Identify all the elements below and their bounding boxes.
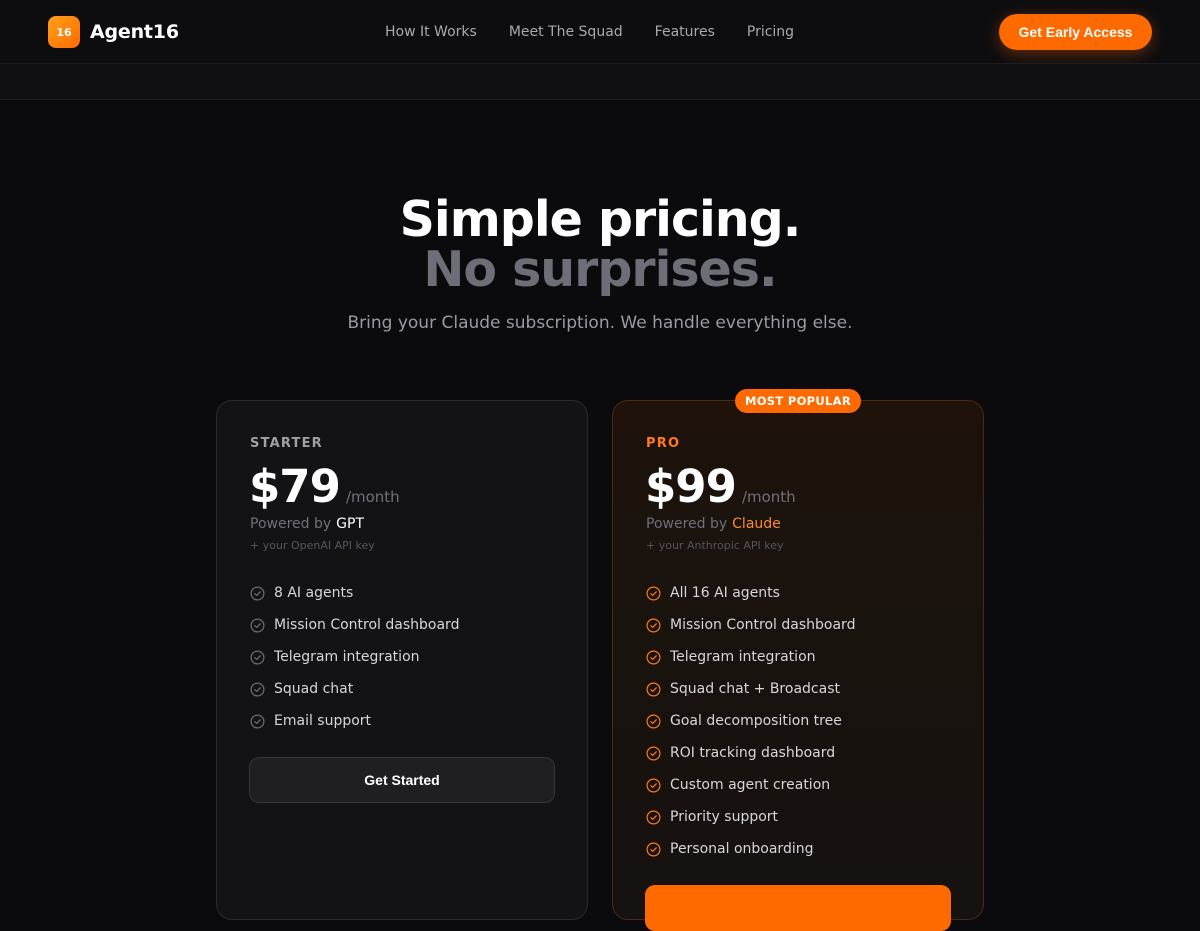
feature-item: Email support [250, 705, 459, 737]
powered-by: Powered by Claude [646, 514, 781, 534]
check-circle-icon [250, 618, 274, 633]
check-circle-icon [250, 682, 274, 697]
feature-item: Squad chat + Broadcast [646, 673, 855, 705]
plan-price: $99 /month [645, 459, 796, 515]
api-key-note: + your Anthropic API key [646, 539, 784, 552]
check-circle-icon [250, 714, 274, 729]
main-nav: How It Works Meet The Squad Features Pri… [385, 22, 794, 42]
feature-label: Telegram integration [670, 649, 816, 665]
feature-item: ROI tracking dashboard [646, 737, 855, 769]
feature-label: Squad chat [274, 681, 354, 697]
feature-item: 8 AI agents [250, 577, 459, 609]
price-period: /month [741, 488, 796, 506]
price-amount: $79 [249, 460, 341, 513]
plan-card-starter: STARTER $79 /month Powered by GPT + your … [216, 400, 588, 920]
feature-item: All 16 AI agents [646, 577, 855, 609]
feature-label: Custom agent creation [670, 777, 831, 793]
price-period: /month [345, 488, 400, 506]
logo-badge[interactable]: 16 [48, 16, 80, 48]
pro-plan-button[interactable] [645, 885, 951, 931]
powered-by-prefix: Powered by [646, 516, 728, 532]
feature-list: All 16 AI agents Mission Control dashboar… [646, 577, 855, 865]
nav-link-how-it-works[interactable]: How It Works [385, 22, 477, 42]
powered-by-model: GPT [336, 516, 364, 532]
plan-name: PRO [646, 436, 681, 451]
feature-label: Telegram integration [274, 649, 420, 665]
feature-item: Personal onboarding [646, 833, 855, 865]
headline-line-2: No surprises. [423, 241, 777, 298]
check-circle-icon [646, 810, 670, 825]
feature-label: Goal decomposition tree [670, 713, 842, 729]
powered-by-prefix: Powered by [250, 516, 332, 532]
nav-link-features[interactable]: Features [655, 22, 715, 42]
feature-label: 8 AI agents [274, 585, 354, 601]
nav-link-pricing[interactable]: Pricing [747, 22, 794, 42]
feature-item: Squad chat [250, 673, 459, 705]
feature-list: 8 AI agents Mission Control dashboard Tele… [250, 577, 459, 737]
feature-label: Personal onboarding [670, 841, 814, 857]
check-circle-icon [646, 842, 670, 857]
headline-line-1: Simple pricing. [399, 191, 802, 248]
check-circle-icon [250, 586, 274, 601]
feature-item: Mission Control dashboard [646, 609, 855, 641]
feature-item: Custom agent creation [646, 769, 855, 801]
feature-label: Mission Control dashboard [274, 617, 460, 633]
plan-card-pro: PRO $99 /month Powered by Claude + your A… [612, 400, 984, 931]
check-circle-icon [646, 714, 670, 729]
check-circle-icon [646, 682, 670, 697]
check-circle-icon [646, 586, 670, 601]
plan-name: STARTER [250, 436, 323, 451]
most-popular-badge: MOST POPULAR [735, 389, 861, 413]
feature-item: Mission Control dashboard [250, 609, 459, 641]
check-circle-icon [646, 778, 670, 793]
feature-label: Priority support [670, 809, 779, 825]
powered-by: Powered by GPT [250, 514, 364, 534]
check-circle-icon [646, 618, 670, 633]
feature-item: Telegram integration [250, 641, 459, 673]
powered-by-model: Claude [732, 516, 781, 532]
secondary-bar [0, 64, 1200, 100]
check-circle-icon [646, 650, 670, 665]
get-started-button[interactable]: Get Started [249, 757, 555, 803]
feature-label: Squad chat + Broadcast [670, 681, 840, 697]
feature-label: All 16 AI agents [670, 585, 780, 601]
feature-item: Telegram integration [646, 641, 855, 673]
top-navigation-bar: 16 Agent16 How It Works Meet The Squad F… [0, 0, 1200, 64]
pricing-subheadline: Bring your Claude subscription. We handl… [347, 313, 853, 333]
check-circle-icon [646, 746, 670, 761]
feature-item: Priority support [646, 801, 855, 833]
feature-label: ROI tracking dashboard [670, 745, 836, 761]
get-early-access-button[interactable]: Get Early Access [999, 14, 1152, 50]
nav-link-meet-the-squad[interactable]: Meet The Squad [509, 22, 623, 42]
check-circle-icon [250, 650, 274, 665]
brand-name[interactable]: Agent16 [90, 19, 179, 45]
price-amount: $99 [645, 460, 737, 513]
feature-label: Email support [274, 713, 372, 729]
pricing-headline: Simple pricing. No surprises. [0, 192, 1200, 298]
feature-label: Mission Control dashboard [670, 617, 856, 633]
feature-item: Goal decomposition tree [646, 705, 855, 737]
api-key-note: + your OpenAI API key [250, 539, 375, 552]
plan-price: $79 /month [249, 459, 400, 515]
